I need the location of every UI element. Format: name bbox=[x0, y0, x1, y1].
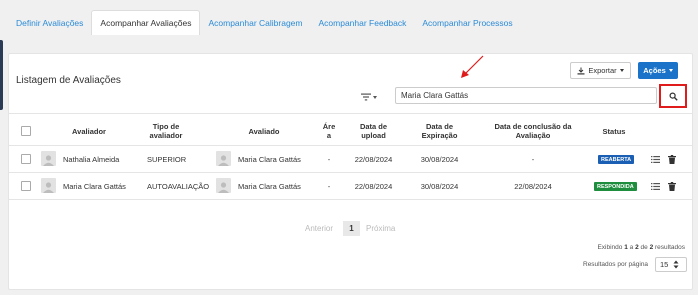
list-icon bbox=[650, 155, 660, 163]
results-summary: Exibindo 1 a 2 de 2 resultados bbox=[597, 244, 685, 251]
row-tipo: AUTOAVALIAÇÃO bbox=[147, 182, 210, 191]
details-button[interactable] bbox=[650, 154, 660, 164]
header-data-expiracao: Data de Expiração bbox=[421, 122, 458, 140]
header-status: Status bbox=[602, 127, 626, 136]
row-tipo: SUPERIOR bbox=[147, 155, 187, 164]
tab-definir-avaliacoes[interactable]: Definir Avaliações bbox=[8, 10, 91, 35]
evaluations-panel: Listagem de Avaliações Exportar Ações Ma… bbox=[8, 53, 693, 290]
row-avaliado: Maria Clara Gattás bbox=[238, 182, 301, 191]
row-data-upload: 22/08/2024 bbox=[354, 182, 393, 191]
header-avaliador: Avaliador bbox=[72, 127, 106, 136]
tab-acompanhar-feedback[interactable]: Acompanhar Feedback bbox=[311, 10, 415, 35]
summary-prefix: Exibindo bbox=[597, 244, 623, 251]
panel-title: Listagem de Avaliações bbox=[16, 75, 121, 86]
summary-of: de bbox=[640, 244, 648, 251]
chevron-down-icon bbox=[668, 69, 673, 72]
avatar bbox=[216, 178, 231, 193]
list-icon bbox=[650, 182, 660, 190]
header-divider bbox=[9, 145, 692, 146]
summary-to: 2 bbox=[635, 244, 639, 251]
row-avaliador: Maria Clara Gattás bbox=[63, 182, 126, 191]
header-data-conclusao: Data de conclusão da Avaliação bbox=[494, 122, 572, 140]
avatar bbox=[216, 151, 231, 166]
user-icon bbox=[218, 182, 229, 193]
summary-mid: a bbox=[629, 244, 634, 251]
trash-icon bbox=[668, 181, 676, 191]
tab-bar: Definir Avaliações Acompanhar Avaliações… bbox=[8, 10, 521, 35]
details-button[interactable] bbox=[650, 181, 660, 191]
row-checkbox[interactable] bbox=[21, 181, 31, 191]
avatar bbox=[41, 151, 56, 166]
row-avaliado: Maria Clara Gattás bbox=[238, 155, 301, 164]
user-icon bbox=[43, 155, 54, 166]
row-data-conclusao: 22/08/2024 bbox=[514, 182, 552, 191]
select-arrows-icon bbox=[673, 260, 679, 269]
avatar bbox=[41, 178, 56, 193]
pagination-previous[interactable]: Anterior bbox=[305, 221, 333, 236]
row-area: - bbox=[327, 182, 331, 191]
table-top-border bbox=[9, 113, 692, 114]
red-arrow-annotation bbox=[461, 55, 484, 78]
export-button[interactable]: Exportar bbox=[570, 62, 631, 79]
pagination-page-1[interactable]: 1 bbox=[343, 221, 360, 236]
header-area: Áre a bbox=[322, 122, 336, 140]
row-avaliador: Nathalia Almeida bbox=[63, 155, 120, 164]
export-label: Exportar bbox=[588, 66, 617, 75]
status-badge: REABERTA bbox=[598, 155, 635, 164]
row-area: - bbox=[327, 155, 331, 164]
tab-acompanhar-avaliacoes[interactable]: Acompanhar Avaliações bbox=[91, 10, 201, 35]
row-divider bbox=[9, 199, 692, 200]
user-icon bbox=[218, 155, 229, 166]
tab-acompanhar-processos[interactable]: Acompanhar Processos bbox=[414, 10, 520, 35]
row-data-expiracao: 30/08/2024 bbox=[420, 182, 459, 191]
per-page-value: 15 bbox=[660, 260, 669, 269]
side-panel-edge bbox=[0, 40, 3, 110]
search-button[interactable] bbox=[659, 84, 687, 108]
row-divider bbox=[9, 172, 692, 173]
row-data-expiracao: 30/08/2024 bbox=[420, 155, 459, 164]
chevron-down-icon bbox=[619, 69, 624, 72]
trash-icon bbox=[668, 154, 676, 164]
filter-button[interactable] bbox=[361, 91, 381, 103]
row-data-conclusao: - bbox=[531, 155, 535, 164]
header-tipo-avaliador: Tipo de avaliador bbox=[149, 122, 183, 140]
actions-label: Ações bbox=[643, 66, 666, 75]
user-icon bbox=[43, 182, 54, 193]
filter-icon bbox=[361, 93, 371, 101]
row-data-upload: 22/08/2024 bbox=[354, 155, 393, 164]
row-checkbox[interactable] bbox=[21, 154, 31, 164]
chevron-down-icon bbox=[373, 95, 377, 99]
status-badge: RESPONDIDA bbox=[594, 182, 637, 191]
per-page-select[interactable]: 15 bbox=[655, 257, 687, 272]
summary-total: 2 bbox=[649, 244, 654, 251]
pagination-next[interactable]: Próxima bbox=[366, 221, 395, 236]
tab-acompanhar-calibragem[interactable]: Acompanhar Calibragem bbox=[200, 10, 310, 35]
delete-button[interactable] bbox=[667, 181, 677, 191]
search-input[interactable]: Maria Clara Gattás bbox=[395, 87, 657, 104]
select-all-checkbox[interactable] bbox=[21, 126, 31, 136]
per-page-label: Resultados por página bbox=[583, 261, 649, 268]
header-data-upload: Data de upload bbox=[359, 122, 388, 140]
summary-suffix: resultados bbox=[655, 244, 685, 251]
delete-button[interactable] bbox=[667, 154, 677, 164]
header-avaliado: Avaliado bbox=[248, 127, 280, 136]
summary-from: 1 bbox=[624, 244, 628, 251]
search-icon bbox=[668, 91, 678, 101]
download-icon bbox=[577, 67, 585, 74]
actions-button[interactable]: Ações bbox=[638, 62, 678, 79]
